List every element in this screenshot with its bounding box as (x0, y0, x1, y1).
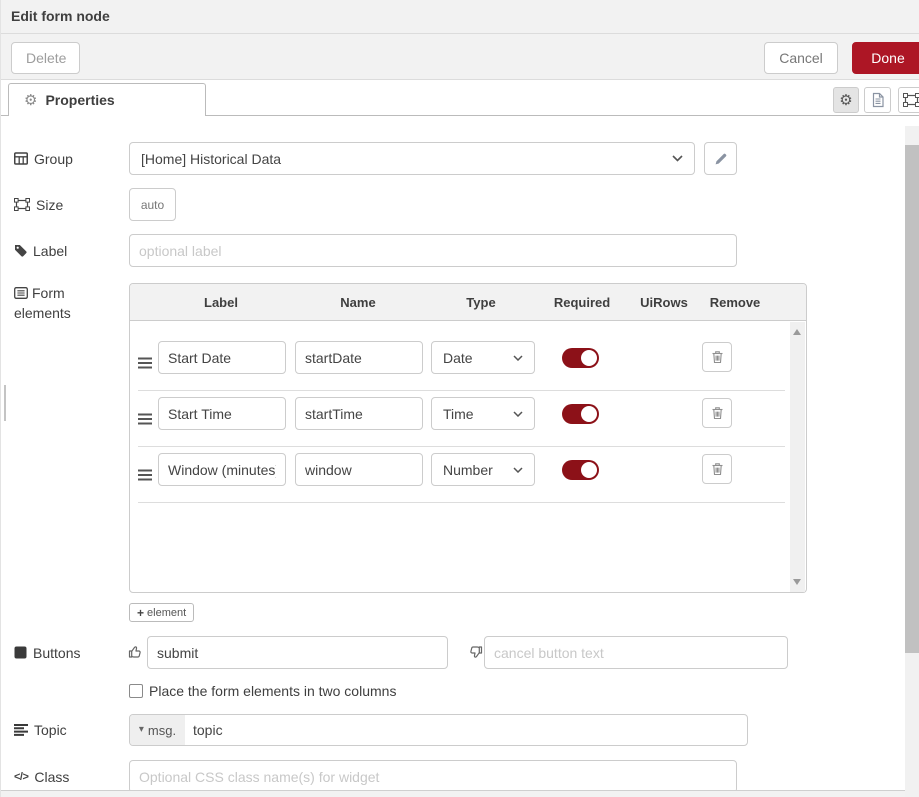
form-element-row: Date (130, 335, 789, 391)
cancel-button[interactable]: Cancel (764, 42, 838, 74)
object-group-icon (14, 198, 30, 211)
class-input[interactable] (129, 760, 737, 793)
class-label: </> Class (14, 760, 69, 793)
add-element-button[interactable]: + element (129, 603, 194, 622)
bars-icon (14, 724, 28, 736)
document-icon (871, 92, 885, 108)
column-header-name: Name (340, 284, 375, 321)
tab-bar: ⚙ Properties ⚙ (1, 80, 919, 116)
topic-type-selector[interactable]: ▾ msg. (130, 715, 185, 745)
label-input[interactable] (129, 234, 737, 267)
required-toggle[interactable] (562, 460, 599, 480)
panel-bottom-edge (1, 790, 907, 797)
element-type-select[interactable]: Number (431, 453, 535, 486)
required-toggle[interactable] (562, 404, 599, 424)
trash-icon (711, 406, 724, 420)
group-select-value: [Home] Historical Data (141, 151, 281, 167)
gear-icon: ⚙ (839, 93, 852, 108)
element-type-select[interactable]: Date (431, 341, 535, 374)
element-type-select[interactable]: Time (431, 397, 535, 430)
two-columns-checkbox[interactable] (129, 684, 143, 698)
tag-icon (14, 244, 27, 257)
properties-panel: Group [Home] Historical Data (1, 116, 919, 797)
edit-group-button[interactable] (704, 142, 737, 175)
size-label: Size (14, 188, 63, 221)
column-header-remove: Remove (710, 284, 761, 321)
dialog-header: Edit form node (1, 0, 919, 34)
object-group-icon (903, 93, 919, 107)
code-icon: </> (14, 771, 28, 783)
form-element-row: Time (130, 391, 789, 447)
drag-handle-icon[interactable] (138, 413, 152, 425)
scroll-down-icon[interactable] (793, 579, 801, 585)
tab-properties[interactable]: ⚙ Properties (8, 83, 206, 116)
gear-icon: ⚙ (24, 93, 37, 108)
thumbs-up-icon (128, 644, 144, 660)
remove-row-button[interactable] (702, 398, 732, 428)
table-header: Label Name Type Required UiRows Remove (130, 284, 806, 321)
description-button[interactable] (864, 87, 891, 113)
main-scrollbar[interactable] (905, 126, 919, 797)
chevron-down-icon (513, 411, 523, 417)
drag-handle-icon[interactable] (138, 469, 152, 481)
buttons-label: Buttons (14, 636, 80, 669)
chevron-down-icon (513, 467, 523, 473)
element-label-input[interactable] (158, 453, 286, 486)
page-title: Edit form node (11, 0, 110, 33)
table-scrollbar[interactable] (790, 322, 805, 592)
dialog-toolbar: Delete Cancel Done (1, 34, 919, 80)
size-button[interactable]: auto (129, 188, 176, 221)
trash-icon (711, 350, 724, 364)
topic-value[interactable]: topic (185, 715, 747, 745)
edit-form-node-dialog: Edit form node Delete Cancel Done ⚙ Prop… (0, 0, 919, 797)
group-select[interactable]: [Home] Historical Data (129, 142, 695, 175)
chevron-down-icon (513, 355, 523, 361)
topic-label: Topic (14, 714, 67, 746)
group-label: Group (14, 142, 73, 175)
form-element-row: Number (130, 447, 789, 503)
square-icon (14, 646, 27, 659)
done-button[interactable]: Done (852, 42, 919, 74)
required-toggle[interactable] (562, 348, 599, 368)
chevron-down-icon (672, 155, 683, 162)
pencil-icon (714, 152, 728, 166)
element-label-input[interactable] (158, 341, 286, 374)
tab-properties-label: Properties (45, 92, 114, 108)
element-label-input[interactable] (158, 397, 286, 430)
column-header-uirows: UiRows (640, 284, 688, 321)
list-alt-icon (14, 287, 28, 299)
node-settings-button[interactable]: ⚙ (833, 87, 859, 113)
plus-icon: + (137, 606, 144, 620)
two-columns-row: Place the form elements in two columns (129, 683, 396, 699)
submit-button-text-input[interactable] (147, 636, 448, 669)
form-elements-label: Form elements (14, 283, 119, 323)
remove-row-button[interactable] (702, 454, 732, 484)
column-header-type: Type (466, 284, 495, 321)
scrollbar-thumb[interactable] (905, 145, 919, 653)
element-name-input[interactable] (295, 341, 423, 374)
delete-button[interactable]: Delete (11, 42, 80, 74)
column-header-required: Required (554, 284, 610, 321)
two-columns-label: Place the form elements in two columns (149, 683, 396, 699)
column-header-label: Label (204, 284, 238, 321)
scroll-up-icon[interactable] (793, 329, 801, 335)
topic-typed-input: ▾ msg. topic (129, 714, 748, 746)
form-elements-table: Label Name Type Required UiRows Remove D… (129, 283, 807, 593)
workspace-edge-mark (4, 385, 6, 421)
appearance-button[interactable] (898, 87, 919, 113)
table-body: Date (130, 321, 806, 592)
drag-handle-icon[interactable] (138, 357, 152, 369)
topic-prefix-label: msg. (148, 723, 176, 738)
table-icon (14, 152, 28, 165)
trash-icon (711, 462, 724, 476)
element-name-input[interactable] (295, 397, 423, 430)
cancel-button-text-input[interactable] (484, 636, 788, 669)
thumbs-down-icon (467, 644, 483, 660)
remove-row-button[interactable] (702, 342, 732, 372)
element-name-input[interactable] (295, 453, 423, 486)
label-field-label: Label (14, 234, 67, 267)
caret-down-icon: ▾ (139, 725, 144, 735)
